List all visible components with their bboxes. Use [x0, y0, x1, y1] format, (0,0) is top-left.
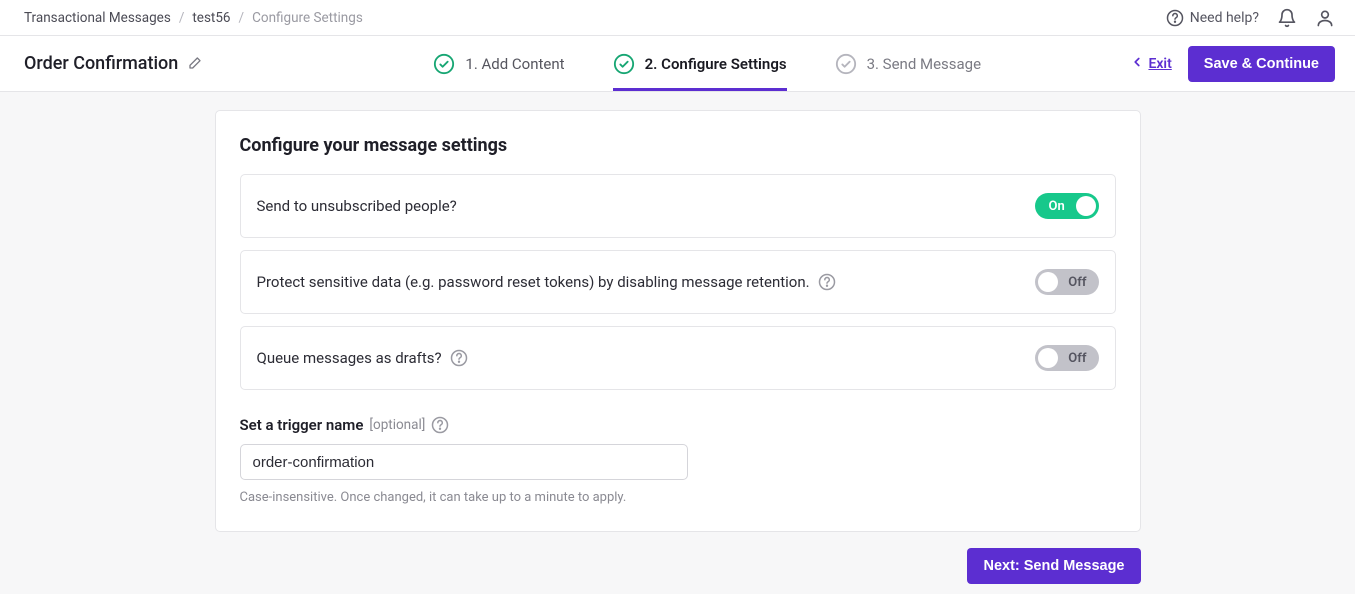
help-icon[interactable]: [431, 416, 449, 434]
card-title: Configure your message settings: [240, 135, 1116, 156]
toggle-state: Off: [1068, 275, 1086, 290]
footer-actions: Next: Send Message: [215, 548, 1141, 584]
step-label: 2. Configure Settings: [645, 55, 787, 73]
toggle-unsubscribed[interactable]: On: [1035, 193, 1099, 219]
setting-label-wrap: Send to unsubscribed people?: [257, 197, 457, 215]
header-bar: Order Confirmation 1. Add Content: [0, 36, 1355, 92]
trigger-section: Set a trigger name [optional] Case-insen…: [240, 416, 1116, 505]
help-icon: [1166, 9, 1184, 27]
trigger-label-row: Set a trigger name [optional]: [240, 416, 1116, 434]
toggle-knob: [1038, 348, 1058, 368]
step-send-message[interactable]: 3. Send Message: [835, 36, 982, 91]
need-help-link[interactable]: Need help?: [1166, 9, 1259, 27]
step-add-content[interactable]: 1. Add Content: [433, 36, 564, 91]
steps-nav: 1. Add Content 2. Configure Settings 3. …: [284, 36, 1130, 91]
breadcrumb: Transactional Messages / test56 / Config…: [24, 10, 363, 26]
toggle-state: Off: [1068, 351, 1086, 366]
step-label: 3. Send Message: [867, 55, 982, 73]
check-circle-icon: [835, 53, 857, 75]
content-area: Configure your message settings Send to …: [0, 92, 1355, 584]
breadcrumb-separator: /: [179, 10, 185, 26]
trigger-name-input[interactable]: [240, 444, 688, 480]
setting-sensitive-data: Protect sensitive data (e.g. password re…: [240, 250, 1116, 314]
topbar-right: Need help?: [1166, 8, 1335, 28]
setting-label: Protect sensitive data (e.g. password re…: [257, 273, 810, 291]
breadcrumb-separator: /: [239, 10, 245, 26]
trigger-help-text: Case-insensitive. Once changed, it can t…: [240, 490, 1116, 505]
breadcrumb-current: Configure Settings: [252, 10, 363, 26]
exit-link[interactable]: Exit: [1130, 55, 1171, 73]
breadcrumb-root[interactable]: Transactional Messages: [24, 10, 171, 26]
notifications-icon[interactable]: [1277, 8, 1297, 28]
chevron-left-icon: [1130, 55, 1144, 73]
save-continue-button[interactable]: Save & Continue: [1188, 46, 1335, 82]
setting-label: Queue messages as drafts?: [257, 349, 442, 367]
top-bar: Transactional Messages / test56 / Config…: [0, 0, 1355, 36]
page-title: Order Confirmation: [24, 53, 178, 74]
need-help-label: Need help?: [1190, 10, 1259, 26]
step-label: 1. Add Content: [465, 55, 564, 73]
page-title-wrap: Order Confirmation: [24, 53, 284, 74]
setting-label-wrap: Queue messages as drafts?: [257, 349, 468, 367]
trigger-label: Set a trigger name: [240, 416, 364, 434]
setting-unsubscribed: Send to unsubscribed people? On: [240, 174, 1116, 238]
next-send-message-button[interactable]: Next: Send Message: [967, 548, 1140, 584]
help-icon[interactable]: [450, 349, 468, 367]
setting-label: Send to unsubscribed people?: [257, 197, 457, 215]
setting-queue-drafts: Queue messages as drafts? Off: [240, 326, 1116, 390]
settings-card: Configure your message settings Send to …: [215, 110, 1141, 532]
edit-title-icon[interactable]: [186, 56, 202, 72]
toggle-queue-drafts[interactable]: Off: [1035, 345, 1099, 371]
breadcrumb-parent[interactable]: test56: [192, 10, 230, 26]
step-configure-settings[interactable]: 2. Configure Settings: [613, 36, 787, 91]
check-circle-icon: [613, 53, 635, 75]
user-icon[interactable]: [1315, 8, 1335, 28]
exit-label: Exit: [1148, 56, 1171, 72]
toggle-knob: [1038, 272, 1058, 292]
header-actions: Exit Save & Continue: [1130, 46, 1335, 82]
help-icon[interactable]: [818, 273, 836, 291]
toggle-knob: [1076, 196, 1096, 216]
check-circle-icon: [433, 53, 455, 75]
toggle-sensitive-data[interactable]: Off: [1035, 269, 1099, 295]
trigger-optional: [optional]: [369, 417, 425, 433]
setting-label-wrap: Protect sensitive data (e.g. password re…: [257, 273, 836, 291]
toggle-state: On: [1049, 199, 1065, 214]
